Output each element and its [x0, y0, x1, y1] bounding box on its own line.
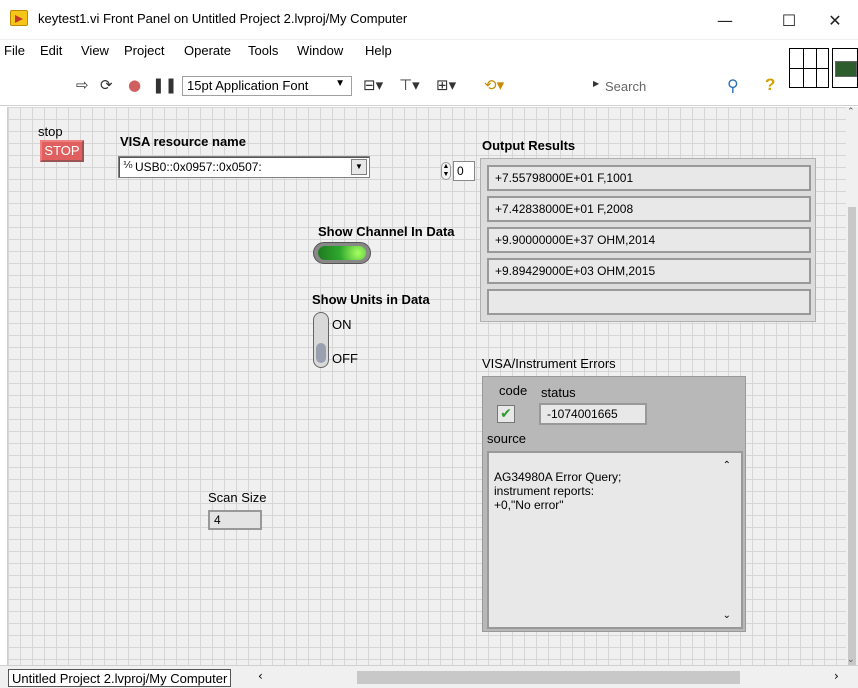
menu-operate[interactable]: Operate [184, 43, 231, 58]
search-input[interactable]: ▶ Search ⚲ [593, 76, 753, 98]
show-units-switch[interactable] [313, 312, 329, 368]
search-scope-icon: ▶ [593, 79, 600, 88]
chevron-down-icon: ▼ [335, 78, 345, 89]
stop-button[interactable]: STOP [40, 140, 84, 162]
array-element: +7.42838000E+01 F,2008 [487, 196, 811, 222]
switch-on-label: ON [332, 317, 352, 332]
labview-vi-icon [10, 10, 28, 26]
run-continuously-icon[interactable]: ⟳ [100, 77, 113, 93]
menu-bar: File Edit View Project Operate Tools Win… [0, 40, 858, 62]
io-icon: ⅟₀ [123, 160, 133, 171]
array-index-input[interactable]: 0 [453, 161, 475, 181]
array-element: +7.55798000E+01 F,1001 [487, 165, 811, 191]
font-select[interactable]: 15pt Application Font ▼ [182, 76, 352, 96]
array-element: +9.89429000E+03 OHM,2015 [487, 258, 811, 284]
panel-left-edge [0, 107, 8, 665]
chevron-down-icon[interactable]: ⌄ [847, 655, 855, 665]
maximize-button[interactable]: ☐ [766, 0, 812, 40]
led-indicator [318, 246, 366, 260]
stop-label: stop [38, 124, 63, 139]
status-bar: Untitled Project 2.lvproj/My Computer ‹ … [0, 665, 858, 688]
chevron-up-icon[interactable]: ⌃ [847, 107, 855, 117]
show-units-label: Show Units in Data [312, 292, 430, 307]
scroll-up-icon[interactable]: ⌃ [723, 459, 731, 473]
pause-icon[interactable]: ❚❚ [152, 77, 177, 93]
reorder-icon[interactable]: ⟲▾ [484, 77, 504, 93]
menu-window[interactable]: Window [297, 43, 343, 58]
scroll-down-icon[interactable]: ⌄ [723, 609, 731, 623]
switch-off-label: OFF [332, 351, 358, 366]
run-arrow-icon[interactable]: ⇨ [76, 77, 89, 93]
minimize-button[interactable]: — [702, 0, 748, 40]
scan-size-indicator: 4 [208, 510, 262, 530]
menu-edit[interactable]: Edit [40, 43, 62, 58]
chevron-down-icon[interactable]: ▼ [351, 159, 367, 175]
array-index-control[interactable]: ▲ ▼ 0 [441, 160, 475, 182]
code-label: code [499, 383, 528, 398]
distribute-objects-icon[interactable]: ⊤▾ [399, 77, 420, 93]
checkmark-icon: ✔ [497, 405, 515, 423]
status-label: status [541, 385, 576, 400]
chevron-left-icon[interactable]: ‹ [258, 669, 263, 683]
window-title: keytest1.vi Front Panel on Untitled Proj… [38, 11, 408, 26]
vi-icon[interactable] [832, 48, 858, 88]
connector-pane[interactable] [789, 48, 829, 88]
menu-tools[interactable]: Tools [248, 43, 278, 58]
show-channel-label: Show Channel In Data [318, 224, 455, 239]
array-element: +9.90000000E+37 OHM,2014 [487, 227, 811, 253]
error-cluster: code status ✔ -1074001665 source AG34980… [482, 376, 746, 632]
switch-knob [316, 343, 326, 363]
menu-project[interactable]: Project [124, 43, 164, 58]
vertical-scrollbar[interactable]: ⌃ ⌄ [846, 107, 858, 677]
resize-objects-icon[interactable]: ⊞▾ [436, 77, 456, 93]
menu-view[interactable]: View [81, 43, 109, 58]
align-objects-icon[interactable]: ⊟▾ [363, 77, 383, 93]
horizontal-scrollbar-thumb[interactable] [357, 671, 740, 684]
error-status-field: -1074001665 [539, 403, 647, 425]
output-results-array: +7.55798000E+01 F,1001 +7.42838000E+01 F… [480, 158, 816, 322]
increment-decrement-icon[interactable]: ▲ ▼ [441, 162, 451, 180]
menu-file[interactable]: File [4, 43, 25, 58]
context-help-icon[interactable]: ? [765, 75, 775, 95]
abort-icon[interactable]: ● [128, 77, 141, 93]
title-bar: keytest1.vi Front Panel on Untitled Proj… [0, 0, 858, 40]
source-label: source [487, 431, 527, 446]
visa-errors-label: VISA/Instrument Errors [482, 356, 616, 371]
close-button[interactable]: ✕ [812, 0, 858, 40]
vi-icon-screen [835, 61, 857, 77]
scan-size-label: Scan Size [208, 490, 267, 505]
toolbar: ⇨ ⟳ ● ❚❚ 15pt Application Font ▼ ⊟▾ ⊤▾ ⊞… [0, 62, 858, 106]
visa-resource-label: VISA resource name [120, 134, 246, 149]
visa-resource-control[interactable]: ⅟₀ USB0::0x0957::0x0507: ▼ [118, 156, 370, 178]
show-channel-toggle[interactable] [313, 242, 371, 264]
chevron-right-icon[interactable]: › [834, 669, 839, 683]
search-icon[interactable]: ⚲ [727, 76, 739, 95]
output-results-label: Output Results [482, 138, 576, 153]
array-element [487, 289, 811, 315]
project-path: Untitled Project 2.lvproj/My Computer [8, 669, 232, 687]
error-source-text: AG34980A Error Query; instrument reports… [487, 451, 743, 629]
menu-help[interactable]: Help [365, 43, 392, 58]
scrollbar-thumb[interactable] [848, 207, 856, 677]
